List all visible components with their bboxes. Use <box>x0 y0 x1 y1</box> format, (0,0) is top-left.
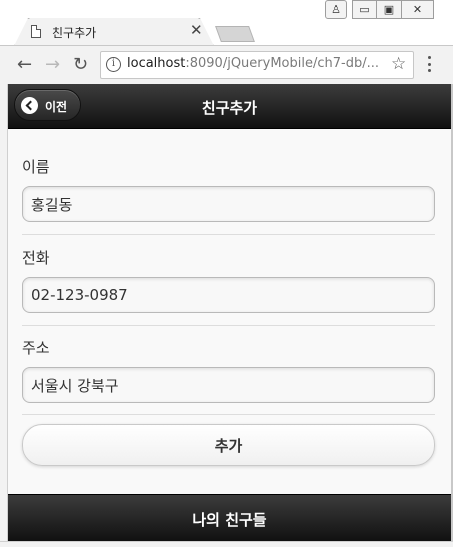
url-host: localhost <box>127 56 186 71</box>
field-divider <box>22 414 435 415</box>
page-viewport: 이전 친구추가 이름 전화 주소 추가 나의 친구들 <box>8 84 451 541</box>
phone-label: 전화 <box>22 249 50 267</box>
page-footer: 나의 친구들 <box>8 494 451 541</box>
user-icon[interactable]: ♙ <box>325 0 347 19</box>
tab-title[interactable]: 친구추가 <box>52 24 96 41</box>
tab-close-icon[interactable]: ✕ <box>190 22 203 38</box>
name-field: 이름 <box>22 156 435 222</box>
bookmark-star-icon[interactable]: ☆ <box>391 54 406 74</box>
field-divider <box>22 234 435 235</box>
new-tab-button[interactable] <box>215 26 255 42</box>
window-controls: ♙ ▭ ▣ ✕ <box>325 0 434 19</box>
address-field: 주소 <box>22 337 435 403</box>
address-label: 주소 <box>22 339 50 357</box>
forward-arrow-icon[interactable]: → <box>45 54 60 76</box>
page-title: 친구추가 <box>201 99 258 117</box>
back-arrow-icon[interactable]: ← <box>17 54 32 76</box>
name-input[interactable] <box>22 186 435 222</box>
maximize-button[interactable]: ▣ <box>377 0 402 19</box>
name-label: 이름 <box>22 158 50 176</box>
window-left-border <box>0 84 8 547</box>
info-icon[interactable]: i <box>106 57 121 72</box>
url-path: :8090/jQueryMobile/ch7-db/... <box>185 56 379 71</box>
field-divider <box>22 325 435 326</box>
add-button[interactable]: 추가 <box>22 424 435 466</box>
browser-tab-body[interactable] <box>16 18 212 46</box>
url-text[interactable]: localhost:8090/jQueryMobile/ch7-db/... <box>127 56 379 71</box>
address-input[interactable] <box>22 367 435 403</box>
window-bottom-border <box>0 541 453 547</box>
minimize-button[interactable]: ▭ <box>352 0 377 19</box>
reload-icon[interactable]: ↻ <box>73 54 88 76</box>
phone-input[interactable] <box>22 277 435 313</box>
page-header: 이전 친구추가 <box>8 84 451 129</box>
page-icon <box>31 25 41 38</box>
phone-field: 전화 <box>22 247 435 313</box>
close-window-button[interactable]: ✕ <box>402 0 434 19</box>
footer-title: 나의 친구들 <box>192 511 267 529</box>
browser-menu-icon[interactable] <box>428 56 432 72</box>
